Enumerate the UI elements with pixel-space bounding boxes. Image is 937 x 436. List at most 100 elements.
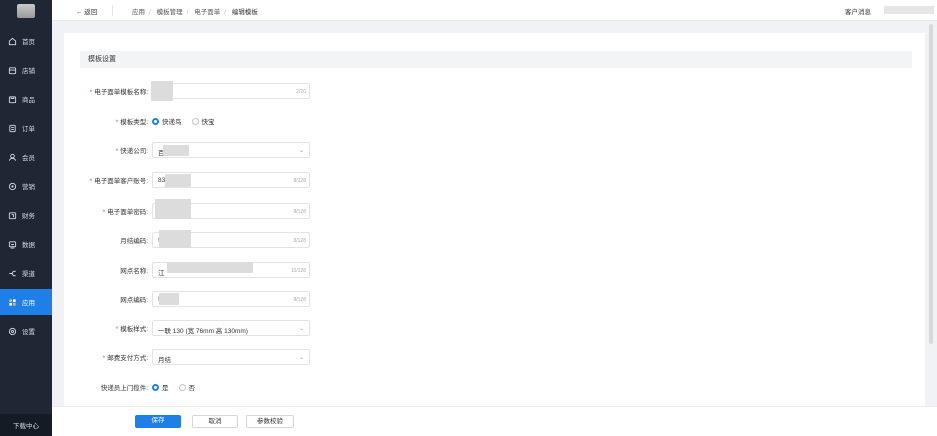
outlet-code-input[interactable]: ! 8/128 xyxy=(152,291,310,307)
sidebar-item-data[interactable]: 数据 xyxy=(0,231,52,257)
main-card: 模板设置 * 电子面单模板名称: 2/20 * 模板类型: 快递鸟 快宝 * 快递公司… xyxy=(64,33,925,436)
radio-pickup-yes[interactable]: 是 xyxy=(152,382,169,392)
radio-pickup-no[interactable]: 否 xyxy=(178,382,195,392)
payment-method-label: 邮费支付方式: xyxy=(107,355,148,362)
apps-icon xyxy=(8,298,17,307)
template-style-label: 模板样式: xyxy=(120,326,148,333)
section-title: 模板设置 xyxy=(80,51,912,68)
sidebar-item-marketing[interactable]: 营销 xyxy=(0,173,52,199)
redacted-value xyxy=(165,174,191,187)
sidebar-item-order[interactable]: 订单 xyxy=(0,115,52,141)
redacted-value xyxy=(167,262,253,273)
template-name-count: 2/20 xyxy=(296,89,306,95)
data-icon xyxy=(8,240,17,249)
back-link[interactable]: ← 返回 xyxy=(76,6,97,16)
password-label: 电子面单密码: xyxy=(107,209,148,216)
home-icon xyxy=(8,37,17,46)
sidebar-item-label: 财务 xyxy=(22,213,35,220)
save-button[interactable]: 保存 xyxy=(135,415,181,428)
breadcrumb-apps[interactable]: 应用 xyxy=(132,9,145,16)
settings-icon xyxy=(8,327,17,336)
required-mark: * xyxy=(115,326,119,333)
courier-label: 快递公司: xyxy=(120,148,148,155)
account-label: 电子面单客户账号: xyxy=(94,178,148,185)
sidebar-item-label: 订单 xyxy=(22,126,35,133)
required-mark: * xyxy=(102,209,106,216)
sidebar-item-label: 会员 xyxy=(22,155,35,162)
header-divider xyxy=(112,5,113,16)
password-input[interactable]: 8/128 xyxy=(152,199,310,219)
courier-select[interactable]: 百 ⌄ xyxy=(152,142,310,158)
sidebar-item-label: 首页 xyxy=(22,39,35,46)
logo xyxy=(17,4,35,18)
store-icon xyxy=(8,66,17,75)
finance-icon xyxy=(8,211,17,220)
required-mark: * xyxy=(89,178,93,185)
template-name-label: 电子面单模板名称: xyxy=(94,89,148,96)
outlet-name-input[interactable]: 江 10/128 xyxy=(152,262,310,278)
outlet-name-label: 网点名称: xyxy=(120,268,148,275)
form-footer: 保存 取消 参数校验 xyxy=(52,406,937,436)
sidebar-item-store[interactable]: 店铺 xyxy=(0,57,52,83)
template-name-input[interactable]: 2/20 xyxy=(151,81,310,101)
monthly-code-label: 月结编码: xyxy=(120,238,148,245)
customer-messages-link[interactable]: 客户消息 xyxy=(845,6,871,16)
sidebar-item-member[interactable]: 会员 xyxy=(0,144,52,170)
breadcrumb-template-management[interactable]: 模板管理 xyxy=(157,9,183,16)
member-icon xyxy=(8,153,17,162)
outlet-name-count: 10/128 xyxy=(290,268,306,274)
sidebar-item-home[interactable]: 首页 xyxy=(0,28,52,54)
form-row-courier: * 快递公司: 百 ⌄ xyxy=(64,142,464,158)
sidebar-item-settings[interactable]: 设置 xyxy=(0,318,52,344)
user-name-redacted[interactable] xyxy=(884,6,934,14)
top-header: ← 返回 应用 / 模板管理 / 电子面单 / 编辑模板 客户消息 xyxy=(52,0,937,21)
chevron-down-icon: ⌄ xyxy=(298,148,304,154)
sidebar-item-label: 数据 xyxy=(22,242,35,249)
form-row-password: * 电子面单密码: 8/128 xyxy=(64,199,464,219)
sidebar-item-apps[interactable]: 应用 xyxy=(0,289,52,315)
cancel-button[interactable]: 取消 xyxy=(192,415,238,428)
payment-method-select[interactable]: 月结 ⌄ xyxy=(152,349,310,365)
radio-kdniao[interactable]: 快递鸟 xyxy=(152,116,182,126)
redacted-value xyxy=(151,81,173,101)
sidebar-item-label: 商品 xyxy=(22,97,35,104)
monthly-code-count: 8/128 xyxy=(293,238,306,244)
monthly-code-input[interactable]: ! 8/128 xyxy=(152,230,310,248)
redacted-value xyxy=(159,293,179,305)
sidebar-item-label: 店铺 xyxy=(22,68,35,75)
redacted-value xyxy=(159,230,191,248)
breadcrumb-e-waybill[interactable]: 电子面单 xyxy=(194,9,220,16)
order-icon xyxy=(8,124,17,133)
required-mark: * xyxy=(115,119,119,126)
form-row-account: * 电子面单客户账号: 83 8/128 xyxy=(64,172,464,188)
chevron-down-icon: ⌄ xyxy=(298,355,304,361)
form-row-template-name: * 电子面单模板名称: 2/20 xyxy=(64,81,464,101)
form-row-template-type: * 模板类型: 快递鸟 快宝 xyxy=(64,113,464,129)
pickup-label: 快递员上门揽件: xyxy=(100,385,148,392)
required-mark: * xyxy=(102,355,106,362)
account-count: 8/128 xyxy=(293,178,306,184)
template-style-select[interactable]: 一联 130 (宽 76mm 高 130mm) ⌄ xyxy=(152,320,310,336)
radio-kuaibao[interactable]: 快宝 xyxy=(191,116,215,126)
form-row-pickup: 快递员上门揽件: 是 否 xyxy=(64,379,464,395)
sidebar-item-channel[interactable]: 渠道 xyxy=(0,260,52,286)
parameter-check-button[interactable]: 参数校验 xyxy=(246,415,294,428)
form-row-template-style: * 模板样式: 一联 130 (宽 76mm 高 130mm) ⌄ xyxy=(64,320,464,336)
form-row-payment-method: * 邮费支付方式: 月结 ⌄ xyxy=(64,349,464,365)
page-scrollbar[interactable] xyxy=(929,24,933,344)
download-center-link[interactable]: 下载中心 xyxy=(0,414,52,436)
form-row-outlet-code: 网点编码: ! 8/128 xyxy=(64,291,464,307)
sidebar: 首页店铺商品订单会员营销财务数据渠道应用设置 下载中心 xyxy=(0,0,52,436)
channel-icon xyxy=(8,269,17,278)
required-mark: * xyxy=(115,148,119,155)
password-count: 8/128 xyxy=(293,209,306,215)
form-row-monthly-code: 月结编码: ! 8/128 xyxy=(64,230,464,248)
pickup-radio-group: 是 否 xyxy=(152,382,205,392)
sidebar-item-finance[interactable]: 财务 xyxy=(0,202,52,228)
breadcrumb-current: 编辑模板 xyxy=(231,9,258,16)
marketing-icon xyxy=(8,182,17,191)
template-type-label: 模板类型: xyxy=(120,119,148,126)
account-input[interactable]: 83 8/128 xyxy=(152,172,310,188)
sidebar-item-goods[interactable]: 商品 xyxy=(0,86,52,112)
goods-icon xyxy=(8,95,17,104)
